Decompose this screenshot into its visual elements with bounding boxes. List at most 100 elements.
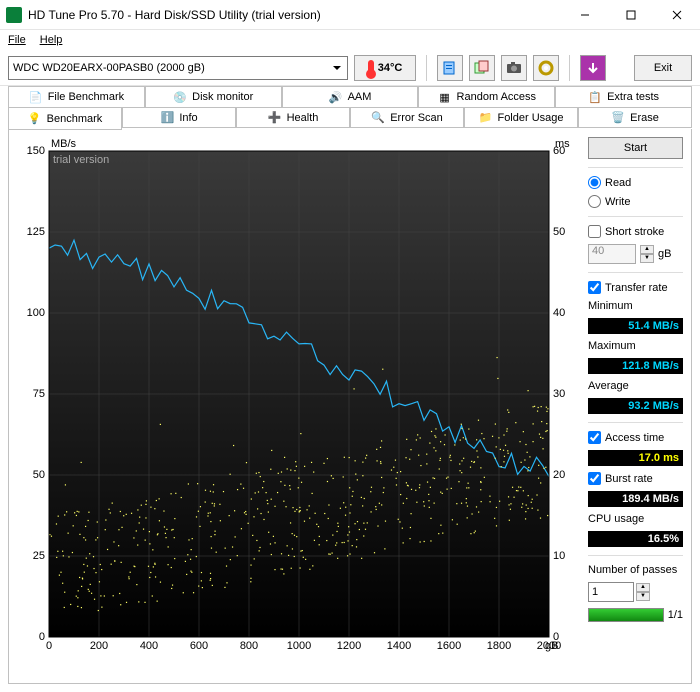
svg-text:100: 100 — [27, 307, 45, 319]
menubar: File Help — [0, 30, 700, 50]
svg-text:MB/s: MB/s — [51, 138, 77, 150]
write-label: Write — [605, 196, 630, 208]
tab-content: MB/sms0255075100125150010203040506002004… — [8, 129, 692, 684]
benchmark-chart: MB/sms0255075100125150010203040506002004… — [17, 137, 577, 657]
tab-disk-monitor[interactable]: 💿Disk monitor — [145, 86, 282, 107]
svg-text:1800: 1800 — [487, 640, 511, 652]
transfer-rate-checkbox[interactable] — [588, 281, 601, 294]
chart-area: MB/sms0255075100125150010203040506002004… — [17, 137, 580, 675]
exit-button[interactable]: Exit — [634, 55, 692, 81]
info-icon: ℹ️ — [160, 111, 174, 125]
svg-text:125: 125 — [27, 226, 45, 238]
extra-icon: 📋 — [588, 90, 602, 104]
short-stroke-input[interactable]: 40 — [588, 244, 636, 264]
short-stroke-spinner[interactable]: ▲▼ — [640, 245, 654, 263]
tab-error-scan[interactable]: 🔍Error Scan — [350, 107, 464, 128]
copy-info-button[interactable] — [437, 55, 463, 81]
tab-info[interactable]: ℹ️Info — [122, 107, 236, 128]
cpu-label: CPU usage — [588, 513, 683, 525]
svg-text:trial version: trial version — [53, 154, 109, 166]
side-panel: Start Read Write Short stroke 40 ▲▼ gB T… — [588, 137, 683, 675]
passes-progress-text: 1/1 — [668, 609, 683, 621]
transfer-rate-label: Transfer rate — [605, 282, 668, 294]
svg-text:40: 40 — [553, 307, 565, 319]
short-stroke-checkbox[interactable] — [588, 225, 601, 238]
svg-text:20: 20 — [553, 469, 565, 481]
passes-input[interactable] — [588, 582, 634, 602]
short-stroke-label: Short stroke — [605, 226, 664, 238]
read-radio[interactable] — [588, 176, 601, 189]
tab-health[interactable]: ➕Health — [236, 107, 350, 128]
tab-file-benchmark[interactable]: 📄File Benchmark — [8, 86, 145, 107]
screenshot-button[interactable] — [501, 55, 527, 81]
average-value: 93.2 MB/s — [588, 398, 683, 414]
drive-select[interactable]: WDC WD20EARX-00PASB0 (2000 gB) — [8, 56, 348, 80]
toolbar: WDC WD20EARX-00PASB0 (2000 gB) 34°C Exit — [0, 50, 700, 86]
toolbar-separator — [426, 55, 427, 81]
burst-rate-value: 189.4 MB/s — [588, 491, 683, 507]
tab-benchmark[interactable]: 💡Benchmark — [8, 107, 122, 130]
health-icon: ➕ — [268, 111, 282, 125]
save-button[interactable] — [580, 55, 606, 81]
close-button[interactable] — [654, 0, 700, 30]
passes-progress-bar — [588, 608, 664, 622]
tab-extra-tests[interactable]: 📋Extra tests — [555, 86, 692, 107]
svg-text:1200: 1200 — [337, 640, 361, 652]
svg-text:75: 75 — [33, 388, 45, 400]
access-time-label: Access time — [605, 432, 664, 444]
speaker-icon: 🔊 — [329, 90, 343, 104]
settings-button[interactable] — [533, 55, 559, 81]
tab-random-access[interactable]: ▦Random Access — [418, 86, 555, 107]
maximum-value: 121.8 MB/s — [588, 358, 683, 374]
passes-label: Number of passes — [588, 564, 683, 576]
write-radio[interactable] — [588, 195, 601, 208]
svg-text:25: 25 — [33, 550, 45, 562]
start-button[interactable]: Start — [588, 137, 683, 159]
svg-text:200: 200 — [90, 640, 108, 652]
svg-text:1000: 1000 — [287, 640, 311, 652]
minimize-button[interactable] — [562, 0, 608, 30]
file-benchmark-icon: 📄 — [29, 90, 43, 104]
svg-text:1400: 1400 — [387, 640, 411, 652]
app-icon — [6, 7, 22, 23]
svg-text:0: 0 — [39, 631, 45, 643]
menu-help[interactable]: Help — [40, 34, 63, 46]
benchmark-icon: 💡 — [28, 112, 42, 126]
burst-rate-label: Burst rate — [605, 473, 653, 485]
maximum-label: Maximum — [588, 340, 683, 352]
maximize-button[interactable] — [608, 0, 654, 30]
tabs-container: 📄File Benchmark 💿Disk monitor 🔊AAM ▦Rand… — [0, 86, 700, 129]
svg-text:30: 30 — [553, 388, 565, 400]
tab-aam[interactable]: 🔊AAM — [282, 86, 419, 107]
folder-icon: 📁 — [478, 111, 492, 125]
svg-text:800: 800 — [240, 640, 258, 652]
average-label: Average — [588, 380, 683, 392]
drive-select-value: WDC WD20EARX-00PASB0 (2000 gB) — [13, 62, 205, 74]
stroke-unit: gB — [658, 248, 671, 260]
minimum-label: Minimum — [588, 300, 683, 312]
svg-text:50: 50 — [553, 226, 565, 238]
window-title: HD Tune Pro 5.70 - Hard Disk/SSD Utility… — [28, 8, 562, 22]
tab-folder-usage[interactable]: 📁Folder Usage — [464, 107, 578, 128]
svg-text:0: 0 — [46, 640, 52, 652]
access-time-checkbox[interactable] — [588, 431, 601, 444]
disk-monitor-icon: 💿 — [173, 90, 187, 104]
svg-text:50: 50 — [33, 469, 45, 481]
passes-spinner[interactable]: ▲▼ — [636, 583, 650, 601]
svg-text:1600: 1600 — [437, 640, 461, 652]
thermometer-icon — [368, 60, 374, 76]
error-scan-icon: 🔍 — [371, 111, 385, 125]
access-time-value: 17.0 ms — [588, 450, 683, 466]
toolbar-separator — [569, 55, 570, 81]
minimum-value: 51.4 MB/s — [588, 318, 683, 334]
svg-text:600: 600 — [190, 640, 208, 652]
svg-text:400: 400 — [140, 640, 158, 652]
erase-icon: 🗑️ — [611, 111, 625, 125]
svg-text:60: 60 — [553, 145, 565, 157]
copy-screenshot-button[interactable] — [469, 55, 495, 81]
tab-erase[interactable]: 🗑️Erase — [578, 107, 692, 128]
svg-text:10: 10 — [553, 550, 565, 562]
menu-file[interactable]: File — [8, 34, 26, 46]
burst-rate-checkbox[interactable] — [588, 472, 601, 485]
temperature-value: 34°C — [378, 62, 403, 74]
